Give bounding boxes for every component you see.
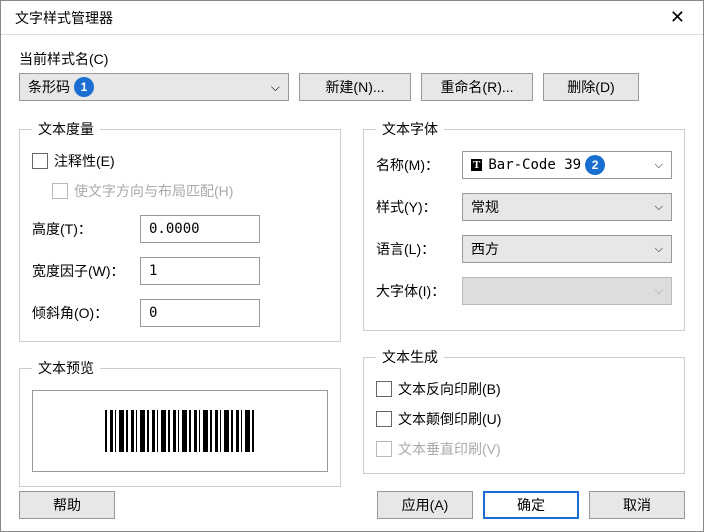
font-name-select[interactable]: T Bar-Code 39 2 ⌵ (462, 151, 672, 179)
ok-button[interactable]: 确定 (483, 491, 579, 519)
text-font-legend: 文本字体 (376, 119, 444, 139)
upside-checkbox[interactable] (376, 411, 392, 427)
oblique-label: 倾斜角(O)： (32, 303, 132, 323)
bigfont-select: ⌵ (462, 277, 672, 305)
text-gen-group: 文本生成 文本反向印刷(B) 文本颠倒印刷(U) 文本垂直印刷(V) (363, 347, 685, 474)
font-name-label: 名称(M)： (376, 155, 454, 175)
vertical-checkbox (376, 441, 392, 457)
font-lang-value: 西方 (471, 239, 499, 259)
annotative-checkbox[interactable] (32, 153, 48, 169)
font-style-select[interactable]: 常规 ⌵ (462, 193, 672, 221)
font-style-label: 样式(Y)： (376, 197, 454, 217)
truetype-icon: T (471, 159, 482, 171)
width-input[interactable] (140, 257, 260, 285)
bigfont-label: 大字体(I)： (376, 281, 454, 301)
close-icon[interactable]: ✕ (662, 7, 693, 28)
text-font-group: 文本字体 名称(M)： T Bar-Code 39 2 ⌵ 样式(Y)： 常规 … (363, 119, 685, 331)
text-metrics-legend: 文本度量 (32, 119, 100, 139)
window-title: 文字样式管理器 (15, 8, 113, 28)
text-gen-legend: 文本生成 (376, 347, 444, 367)
annotative-label: 注释性(E) (54, 151, 115, 171)
current-style-value: 条形码 (28, 77, 70, 97)
backwards-checkbox[interactable] (376, 381, 392, 397)
delete-button[interactable]: 删除(D) (543, 73, 639, 101)
new-button[interactable]: 新建(N)... (299, 73, 411, 101)
chevron-down-icon: ⌵ (655, 201, 663, 214)
font-lang-select[interactable]: 西方 ⌵ (462, 235, 672, 263)
apply-button[interactable]: 应用(A) (377, 491, 473, 519)
oblique-input[interactable] (140, 299, 260, 327)
vertical-label: 文本垂直印刷(V) (398, 439, 501, 459)
backwards-label: 文本反向印刷(B) (398, 379, 501, 399)
text-preview-legend: 文本预览 (32, 358, 100, 378)
chevron-down-icon: ⌵ (271, 80, 280, 95)
title-bar: 文字样式管理器 ✕ (1, 1, 703, 35)
text-metrics-group: 文本度量 注释性(E) 使文字方向与布局匹配(H) 高度(T)： 宽度因子(W)… (19, 119, 341, 342)
help-button[interactable]: 帮助 (19, 491, 115, 519)
cancel-button[interactable]: 取消 (589, 491, 685, 519)
width-label: 宽度因子(W)： (32, 261, 132, 281)
chevron-down-icon: ⌵ (655, 285, 663, 298)
current-style-select[interactable]: 条形码 1 ⌵ (19, 73, 289, 101)
rename-button[interactable]: 重命名(R)... (421, 73, 533, 101)
match-orient-label: 使文字方向与布局匹配(H) (74, 181, 233, 201)
badge-2: 2 (585, 155, 605, 175)
match-orient-checkbox (52, 183, 68, 199)
font-lang-label: 语言(L)： (376, 239, 454, 259)
height-input[interactable] (140, 215, 260, 243)
font-name-value: Bar-Code 39 (488, 157, 581, 173)
height-label: 高度(T)： (32, 219, 132, 239)
upside-label: 文本颠倒印刷(U) (398, 409, 501, 429)
barcode-preview (105, 410, 255, 452)
current-style-label: 当前样式名(C) (19, 49, 685, 69)
chevron-down-icon: ⌵ (655, 159, 663, 172)
font-style-value: 常规 (471, 197, 499, 217)
badge-1: 1 (74, 77, 94, 97)
preview-box (32, 390, 328, 472)
text-preview-group: 文本预览 (19, 358, 341, 487)
chevron-down-icon: ⌵ (655, 243, 663, 256)
